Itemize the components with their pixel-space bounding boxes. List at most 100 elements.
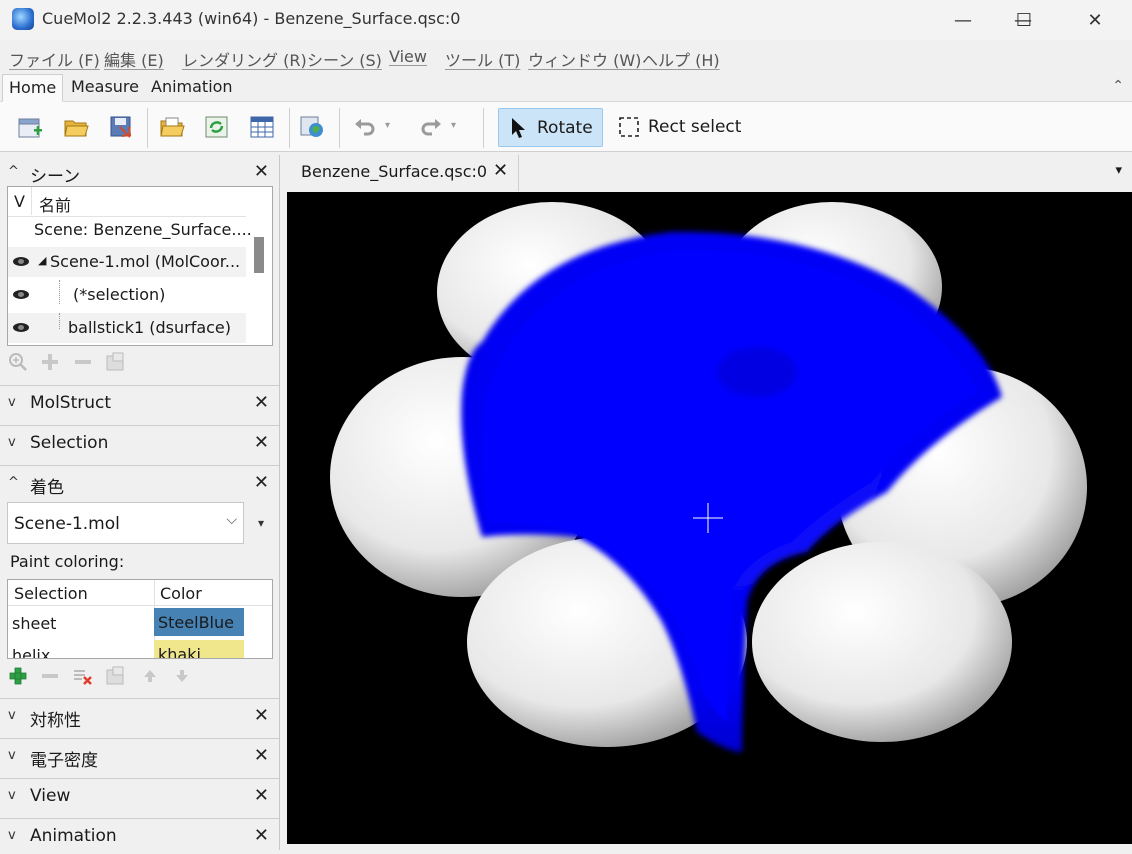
redo-icon[interactable] [418,114,444,140]
tree-item-label: Scene-1.mol (MolCoor... [50,252,241,271]
coloring-panel-title: 着色 [30,478,64,498]
render-icon[interactable] [299,114,325,140]
tab-home[interactable]: Home [2,74,64,102]
menu-file[interactable]: ファイル (F) [9,47,100,71]
tree-item-label: ballstick1 (dsurface) [68,318,232,337]
animation-panel-header[interactable]: v Animation ✕ [0,818,279,854]
add-icon[interactable] [8,666,28,686]
eye-icon[interactable] [13,323,29,332]
collapse-icon[interactable]: ^ [8,475,19,490]
zoom-in-icon[interactable] [8,352,28,372]
remove-icon[interactable] [40,666,60,686]
column-name[interactable]: 名前 [39,192,71,216]
close-icon[interactable]: ✕ [254,785,269,806]
reload-icon[interactable] [204,114,230,140]
molstruct-panel-header[interactable]: v MolStruct ✕ [0,385,279,421]
close-icon[interactable]: ✕ [254,392,269,413]
menu-edit[interactable]: 編集 (E) [104,47,164,71]
rect-select-button[interactable]: Rect select [612,108,752,147]
scene-tree[interactable]: V 名前 Scene: Benzene_Surface.... ◢ Scene-… [7,186,273,346]
coloring-menu-icon[interactable]: ▾ [258,516,264,530]
expand-icon[interactable]: v [8,708,16,723]
expand-icon[interactable]: v [8,395,16,410]
redo-dropdown-icon[interactable]: ▾ [451,120,456,131]
menu-view[interactable]: View [389,47,427,66]
menu-rendering[interactable]: レンダリング (R) [182,47,307,71]
maximize-button-2[interactable]: ☐ [1001,0,1047,40]
close-icon[interactable]: ✕ [254,825,269,846]
color-swatch-khaki[interactable]: khaki [154,640,244,658]
tree-item-selection[interactable]: (*selection) [8,280,246,310]
expand-icon[interactable]: v [8,788,16,803]
delete-all-icon[interactable] [73,666,93,686]
save-icon[interactable] [108,114,134,140]
open-icon[interactable] [63,114,89,140]
add-icon[interactable] [40,352,60,372]
selection-panel-header[interactable]: v Selection ✕ [0,425,279,461]
close-tab-icon[interactable]: ✕ [493,160,508,181]
ribbon-tab-bar: Home Measure Animation ⌃ [0,74,1132,102]
side-panel: ^ シーン ✕ V 名前 Scene: Benzene_Surface.... … [0,155,280,850]
color-swatch-steelblue[interactable]: SteelBlue [154,608,244,636]
molstruct-panel-title: MolStruct [30,393,112,413]
menu-window[interactable]: ウィンドウ (W) [528,47,641,71]
menu-tools[interactable]: ツール (T) [445,47,520,71]
document-tab-label: Benzene_Surface.qsc:0 [301,162,488,181]
properties-icon[interactable] [105,666,125,686]
close-icon[interactable]: ✕ [254,161,269,182]
move-up-icon[interactable] [140,666,160,686]
undo-dropdown-icon[interactable]: ▾ [385,120,390,131]
paint-coloring-table[interactable]: Selection Color sheet SteelBlue helix kh… [7,579,273,659]
rotate-button[interactable]: Rotate [498,108,603,147]
close-icon[interactable]: ✕ [254,432,269,453]
close-icon[interactable]: ✕ [254,472,269,493]
tree-item-mol[interactable]: ◢ Scene-1.mol (MolCoor... [8,247,246,277]
table-cell-selection[interactable]: helix [12,646,50,658]
properties-icon[interactable] [105,352,125,372]
tab-measure[interactable]: Measure [65,74,145,102]
close-icon[interactable]: ✕ [254,705,269,726]
table-cell-color: SteelBlue [158,613,234,632]
table-icon[interactable] [249,114,275,140]
eye-icon[interactable] [13,257,29,266]
expand-icon[interactable]: v [8,748,16,763]
remove-icon[interactable] [73,352,93,372]
scrollbar-thumb[interactable] [254,237,264,273]
benzene-surface-render[interactable] [287,192,1132,844]
ribbon-collapse-icon[interactable]: ⌃ [1112,78,1124,94]
symmetry-panel-header[interactable]: v 対称性 ✕ [0,698,279,734]
scene-panel-title: シーン [30,167,81,187]
coloring-panel-header[interactable]: ^ 着色 ✕ [0,465,279,501]
move-down-icon[interactable] [172,666,192,686]
close-icon[interactable]: ✕ [254,745,269,766]
collapse-icon[interactable]: ^ [8,164,19,179]
coloring-target-value: Scene-1.mol [14,514,120,534]
tab-list-dropdown-icon[interactable]: ▾ [1115,163,1122,178]
eye-icon[interactable] [13,290,29,299]
minimize-button-2[interactable]: — [940,0,986,40]
close-window-button[interactable]: ✕ [1072,0,1118,40]
undo-icon[interactable] [352,114,378,140]
tree-item-renderer[interactable]: ballstick1 (dsurface) [8,313,246,343]
table-cell-selection[interactable]: sheet [12,614,56,633]
menu-scene[interactable]: シーン (S) [307,47,382,71]
symmetry-panel-title: 対称性 [30,711,81,731]
expander-icon[interactable]: ◢ [38,254,46,267]
tree-item-scene[interactable]: Scene: Benzene_Surface.... [8,215,252,245]
coloring-target-select[interactable]: Scene-1.mol ⌵ [7,502,244,544]
molecule-viewport[interactable] [287,192,1132,844]
expand-icon[interactable]: v [8,435,16,450]
expand-icon[interactable]: v [8,828,16,843]
column-visible[interactable]: V [14,192,25,211]
new-scene-icon[interactable] [17,114,43,140]
column-color[interactable]: Color [160,584,202,603]
open-file-icon[interactable] [159,114,185,140]
density-panel-header[interactable]: v 電子密度 ✕ [0,738,279,774]
column-selection[interactable]: Selection [14,584,88,603]
view-panel-header[interactable]: v View ✕ [0,778,279,814]
menu-bar: ファイル (F) 編集 (E) レンダリング (R) シーン (S) View … [0,42,1132,72]
document-tab[interactable]: Benzene_Surface.qsc:0 ✕ [287,155,519,191]
menu-help[interactable]: ヘルプ (H) [642,47,720,71]
rect-select-icon [619,117,639,137]
tab-animation[interactable]: Animation [145,74,239,102]
